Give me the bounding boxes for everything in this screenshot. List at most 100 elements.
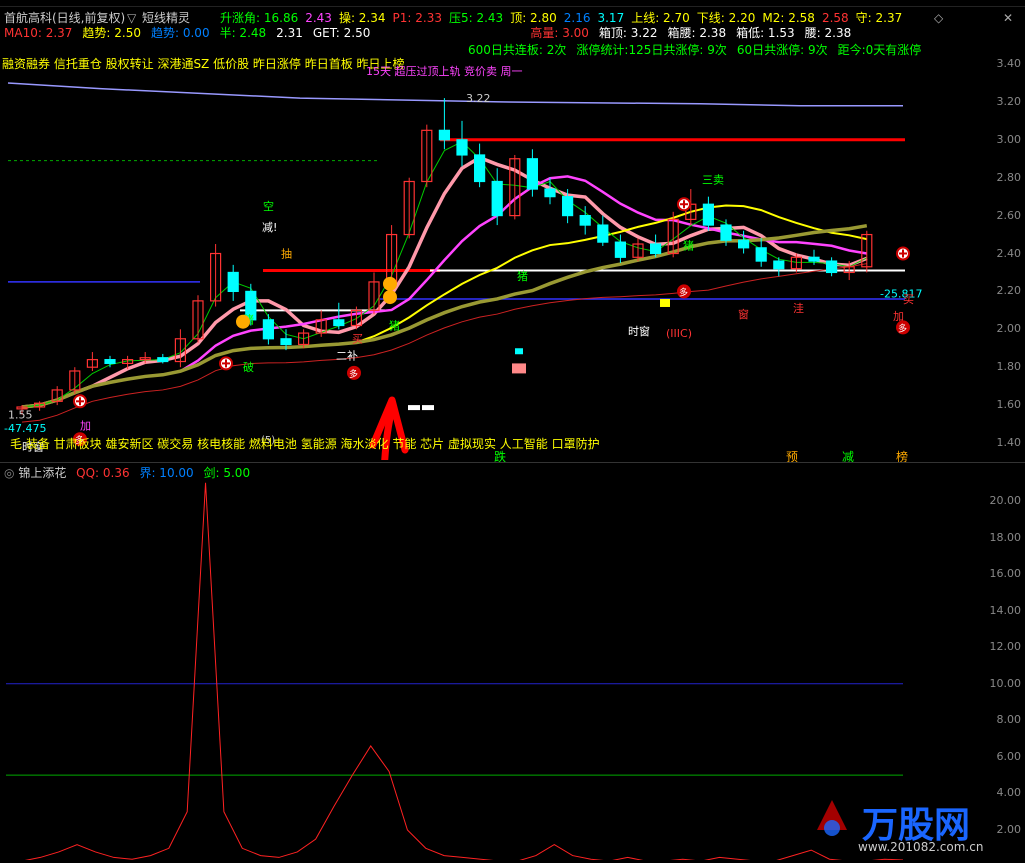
cycle-label: (IIIC) [666,327,692,340]
indicator-tick: 2.00 [996,823,1022,836]
wa-label: 洼 [793,301,804,315]
orange-marker [383,276,397,291]
row2-item: MA10: 2.37 [4,26,73,40]
yellow-square [660,298,670,307]
time-window-label: 时窗 [628,324,650,338]
candle-body [597,224,609,243]
row2-item: 腰: 2.38 [804,26,852,40]
indicator-tick: 10.00 [989,676,1022,690]
candle-body [526,158,539,190]
indicator-values-row2: MA10: 2.37 趋势: 2.50 趋势: 0.00 半: 2.48 2.31 GET… [4,25,861,41]
row1-item: M2: 2.58 [762,11,815,25]
add-label-2: 加 [80,420,91,433]
candle-body [773,260,785,270]
low-label: 1.55 [8,409,33,422]
row1-item: 2.43 [305,11,332,25]
chou-label: 抽 [281,246,292,260]
row2-item: 2.31 [276,26,303,40]
zhu-label: 猪 [683,240,694,253]
candle-body [227,271,239,292]
row2-item: 箱低: 1.53 [736,26,795,40]
indicator-tick: 14.00 [989,603,1022,617]
three-sell-label: 三卖 [702,173,724,186]
candle-body [825,260,838,274]
neg-value-2: -25.817 [880,287,922,300]
candle-body [808,256,820,262]
price-chart[interactable]: 3.221.55-47.475-25.817时窗时窗(IIIC)三卖买加加空减!… [0,60,1025,460]
indicator-tick: 12.00 [989,640,1022,654]
price-tick: 2.20 [996,284,1022,298]
price-tick: 2.00 [996,322,1022,336]
candle-body [561,196,574,217]
row3-item: 600日共连板: 2次 [468,43,567,57]
ma3-line [21,141,868,408]
row1-item: 压5: 2.43 [448,11,504,25]
watermark-logo [812,790,852,840]
limit-up-stats: 600日共连板: 2次 涨停统计:125日共涨停: 9次 60日共涨停: 9次 距今:… [468,42,931,58]
qq-value: QQ: 0.36 [76,466,130,480]
price-tick: 3.40 [996,57,1022,70]
candle-body [702,203,715,226]
candle-body [456,139,468,156]
price-tick: 2.80 [996,170,1022,184]
mai-label: 买 [352,333,363,346]
indicator-header: ◎ 锦上添花 QQ: 0.36 界: 10.00 剑: 5.00 [4,465,250,481]
ma10-line [21,175,868,409]
watermark-url: www.201082.com.cn [858,840,984,854]
price-tick: 3.00 [996,132,1022,146]
chevron-down-icon[interactable]: ▽ [127,10,136,26]
candle-body [720,224,732,241]
row1-item: 2.58 [821,11,849,25]
duo-text: 多 [679,286,688,298]
qq-line [24,482,904,860]
row1-item: 下线: 2.20 [696,11,756,25]
row1-item: 上线: 2.70 [631,11,690,25]
jie-value: 界: 10.00 [139,466,194,480]
candle-body [438,129,450,141]
zhu-label-2: 猪 [517,270,528,283]
jian-value: 剑: 5.00 [203,466,251,480]
row2-item: 趋势: 0.00 [151,26,210,40]
price-tick: 1.40 [996,436,1022,449]
jian-label: 减! [262,221,277,234]
concept-tags-bottom: 毛 装备 甘肃板块 雄安新区 碳交易 核电核能 燃料电池 氢能源 海水淡化 节能… [10,437,600,451]
indicator-tick: 4.00 [996,786,1022,800]
candle-body [491,180,503,217]
orange-marker [383,290,397,305]
row3-item: 60日共涨停: 9次 [736,43,828,57]
price-tick: 2.60 [996,208,1022,222]
indicator-name[interactable]: 锦上添花 [18,466,66,480]
diamond-icon[interactable]: ◇ [934,10,943,26]
buy-label: 买 [903,293,914,306]
white-dash-2 [422,405,434,411]
row2-item: 半: 2.48 [219,26,267,40]
candle-body [737,239,750,249]
duo-text: 多 [349,368,358,380]
row2-item: 趋势: 2.50 [82,26,141,40]
row1-item: 升涨角: 16.86 [220,11,299,25]
price-tick: 1.80 [996,360,1022,374]
candle-body [579,215,591,226]
row1-item: 顶: 2.80 [510,11,557,25]
candle-body [104,359,116,365]
price-tick: 1.60 [996,398,1022,412]
chart-title[interactable]: 首航高科(日线,前复权) [4,10,125,26]
indicator-tick: 18.00 [989,530,1022,544]
tool-name[interactable]: 短线精灵 [142,10,190,26]
row3-item: 距今:0天有涨停 [837,43,922,57]
row1-item: 3.17 [597,11,625,25]
gear-icon[interactable]: ◎ [4,466,14,480]
po-label: 破 [243,360,254,374]
pink-square [512,363,526,374]
white-dash-1 [408,405,420,411]
candle-body [755,247,767,262]
row2-item: 箱顶: 3.22 [598,26,658,40]
window-label: 窗 [738,307,749,321]
row1-item: 守: 2.37 [855,11,903,25]
candle-body [614,241,627,258]
row3-item: 涨停统计:125日共涨停: 9次 [576,43,727,57]
row1-item: P1: 2.33 [392,11,442,25]
row2-item: 高量: 3.00 [530,26,589,40]
close-icon[interactable]: ✕ [1003,10,1013,26]
indicator-tick: 6.00 [996,749,1022,763]
